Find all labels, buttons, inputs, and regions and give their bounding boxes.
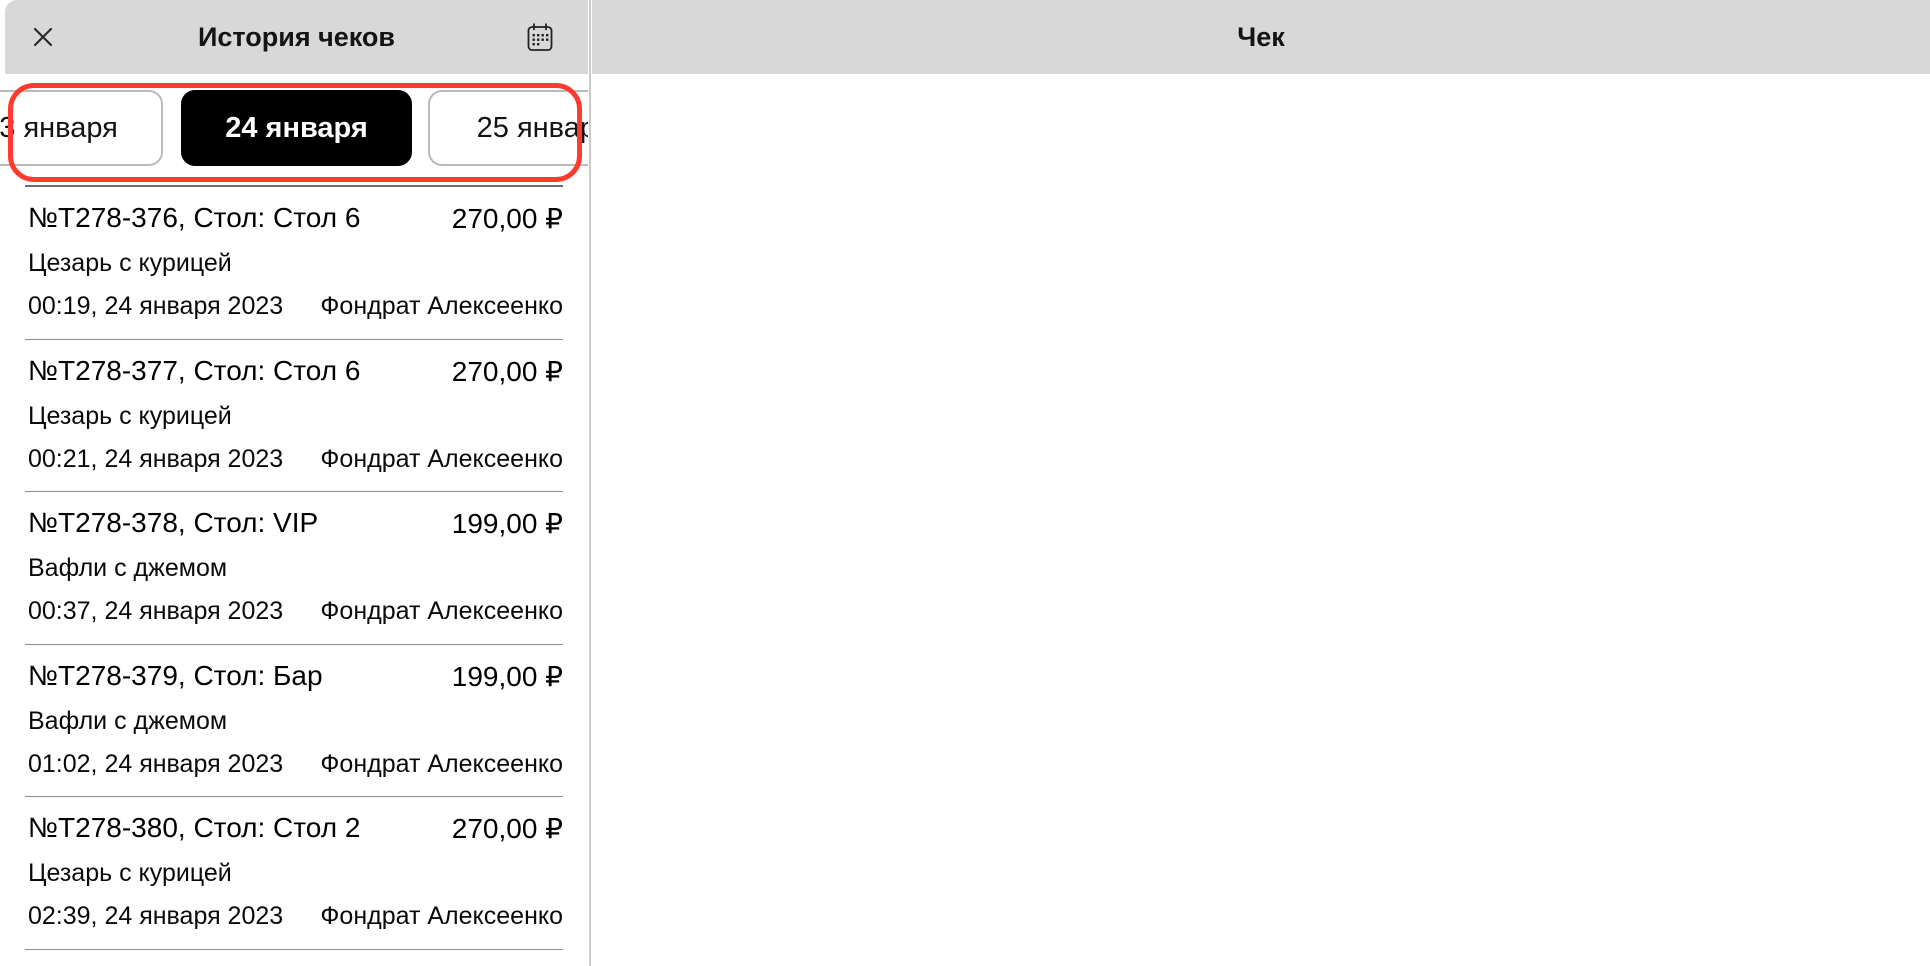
- receipt-items: Цезарь с курицей: [28, 249, 232, 277]
- receipt-header: Чек: [592, 0, 1930, 74]
- date-tab-label: 25 января: [476, 111, 588, 144]
- receipt-number-and-table: №Т278-380, Стол: Стол 2: [28, 812, 361, 843]
- date-tab-label: 24 января: [225, 111, 368, 144]
- date-tab-25-january[interactable]: 25 января: [428, 90, 588, 166]
- receipt-number-and-table: №Т278-379, Стол: Бар: [28, 659, 323, 691]
- receipt-row[interactable]: №Т278-380, Стол: Стол 2 270,00 ₽ Цезарь …: [25, 797, 563, 950]
- receipt-datetime: 00:21, 24 января 2023: [28, 444, 284, 473]
- history-panel-title: История чеков: [197, 21, 396, 52]
- receipt-items: Вафли с джемом: [28, 706, 228, 735]
- receipt-amount: 199,00 ₽: [451, 508, 563, 539]
- receipt-amount: 270,00 ₽: [451, 203, 563, 234]
- receipt-items: Цезарь с курицей: [28, 859, 232, 887]
- receipt-panel: Чек: [592, 0, 1930, 966]
- date-tab-24-january[interactable]: 24 января: [181, 90, 412, 166]
- receipt-list: №Т278-376, Стол: Стол 6 270,00 ₽ Цезарь …: [25, 185, 563, 950]
- receipt-amount: 270,00 ₽: [451, 355, 563, 387]
- receipt-datetime: 01:02, 24 января 2023: [28, 749, 284, 778]
- receipt-datetime: 00:37, 24 января 2023: [28, 597, 284, 625]
- receipt-row[interactable]: №Т278-378, Стол: VIP 199,00 ₽ Вафли с дж…: [25, 492, 563, 645]
- history-panel: История чеков 23 января 24 янв: [0, 0, 588, 966]
- date-tab-label: 23 января: [0, 111, 118, 144]
- receipt-row[interactable]: №Т278-379, Стол: Бар 199,00 ₽ Вафли с дж…: [25, 645, 563, 797]
- receipt-number-and-table: №Т278-377, Стол: Стол 6: [28, 354, 361, 386]
- calendar-button[interactable]: [510, 0, 570, 74]
- history-header: История чеков: [5, 0, 588, 74]
- receipt-items: Цезарь с курицей: [28, 401, 232, 430]
- receipt-waiter: Фондрат Алексеенко: [320, 444, 563, 473]
- receipt-amount: 270,00 ₽: [451, 813, 563, 844]
- panel-divider: [589, 0, 591, 966]
- receipt-row[interactable]: №Т278-377, Стол: Стол 6 270,00 ₽ Цезарь …: [25, 340, 563, 492]
- receipt-items: Вафли с джемом: [28, 554, 228, 582]
- receipt-panel-title: Чек: [1237, 21, 1285, 52]
- calendar-icon: [524, 21, 556, 53]
- receipt-empty-area: [592, 74, 1930, 966]
- receipt-waiter: Фондрат Алексеенко: [320, 597, 563, 625]
- close-button[interactable]: [13, 0, 73, 74]
- receipt-datetime: 02:39, 24 января 2023: [28, 902, 284, 930]
- receipt-number-and-table: №Т278-378, Стол: VIP: [28, 507, 319, 538]
- date-tabs: 23 января 24 января 25 января: [0, 90, 588, 166]
- receipt-waiter: Фондрат Алексеенко: [320, 749, 563, 778]
- receipt-row[interactable]: №Т278-376, Стол: Стол 6 270,00 ₽ Цезарь …: [25, 187, 563, 340]
- close-x-icon: [28, 22, 58, 52]
- receipt-waiter: Фондрат Алексеенко: [320, 292, 563, 320]
- date-tab-23-january[interactable]: 23 января: [0, 90, 163, 166]
- receipt-amount: 199,00 ₽: [451, 660, 563, 692]
- receipt-waiter: Фондрат Алексеенко: [320, 902, 563, 930]
- receipt-datetime: 00:19, 24 января 2023: [28, 292, 284, 320]
- receipt-number-and-table: №Т278-376, Стол: Стол 6: [28, 202, 361, 233]
